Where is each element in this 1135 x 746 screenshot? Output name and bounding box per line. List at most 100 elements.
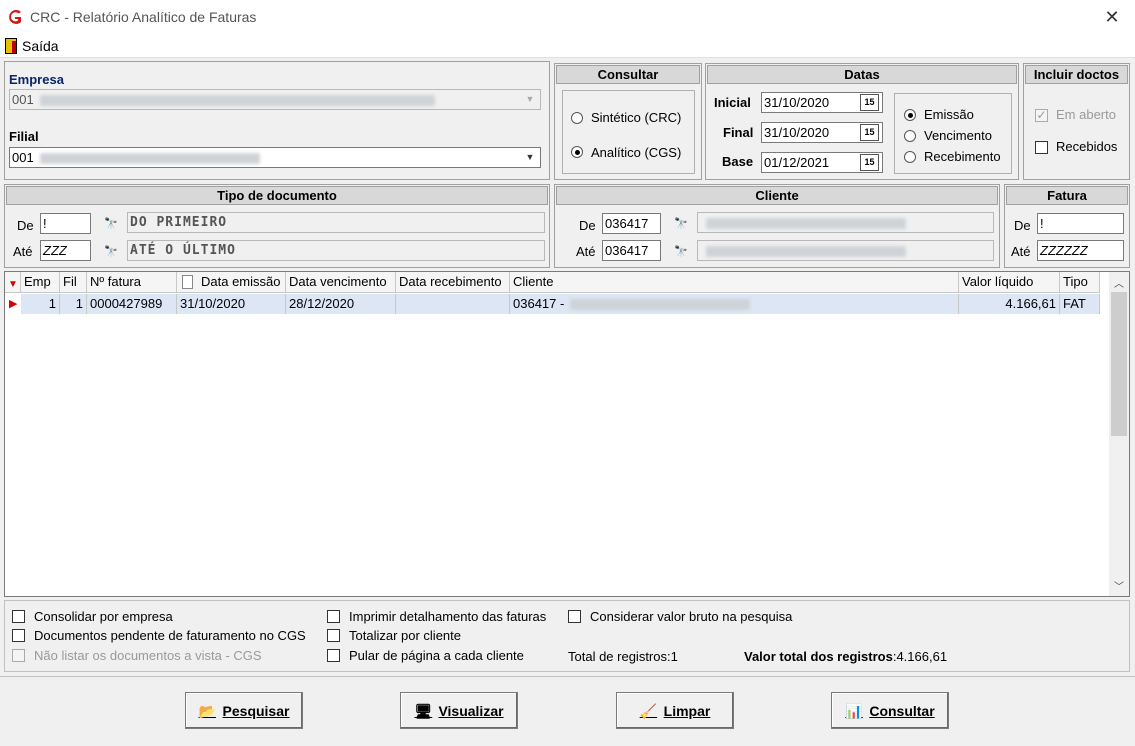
menu-item-saida[interactable]: Saída (22, 38, 59, 54)
pesquisar-button[interactable]: 📂 Pesquisar (185, 692, 303, 729)
pendentes-label[interactable]: Documentos pendente de faturamento no CG… (34, 628, 306, 643)
cliente-header: Cliente (556, 186, 998, 205)
broom-icon: 🧹 (639, 702, 658, 719)
cliente-ate-desc (697, 240, 994, 261)
filial-dropdown-icon[interactable]: ▼ (522, 148, 538, 167)
fatura-header: Fatura (1006, 186, 1128, 205)
fatura-ate-label: Até (1011, 244, 1031, 259)
cliente-ate-label: Até (576, 244, 596, 259)
redacted-cliente-ate-name (706, 246, 906, 258)
radio-sintetico[interactable] (571, 112, 583, 124)
monitor-icon: 🖥 (414, 702, 433, 719)
exit-door-icon[interactable] (5, 38, 17, 54)
cell-fil[interactable]: 1 (60, 294, 87, 314)
cliente-de-input[interactable]: 036417 (602, 213, 661, 234)
cell-valor-liquido[interactable]: 4.166,61 (959, 294, 1060, 314)
radio-recebimento[interactable] (904, 151, 916, 163)
fatura-de-input[interactable]: ! (1037, 213, 1124, 234)
redacted-empresa-name (39, 95, 435, 107)
checkbox-imprimir-detalhamento[interactable] (327, 610, 340, 623)
valor-total: Valor total dos registros:4.166,61 (744, 649, 947, 664)
binoculars-tipo-de-icon[interactable]: 🔭 (100, 213, 122, 235)
cell-emp[interactable]: 1 (21, 294, 60, 314)
binoculars-cliente-ate-icon[interactable]: 🔭 (670, 241, 692, 263)
checkbox-pular-pagina[interactable] (327, 649, 340, 662)
cell-data-emissao[interactable]: 31/10/2020 (177, 294, 286, 314)
radio-analitico[interactable] (571, 146, 583, 158)
col-fil[interactable]: Fil (60, 272, 87, 293)
sort-down-icon: ▼ (8, 279, 18, 290)
analitico-label[interactable]: Analítico (CGS) (591, 145, 681, 160)
scrollbar-thumb[interactable] (1111, 292, 1127, 436)
incluir-header: Incluir doctos (1025, 65, 1128, 84)
radio-emissao[interactable] (904, 109, 916, 121)
sintetico-label[interactable]: Sintético (CRC) (591, 110, 681, 125)
button-bar (0, 676, 1135, 746)
scroll-up-icon[interactable]: ︿ (1111, 275, 1127, 290)
filial-code: 001 (12, 150, 34, 165)
totalizar-label[interactable]: Totalizar por cliente (349, 628, 461, 643)
visualizar-button[interactable]: 🖥 Visualizar (400, 692, 518, 729)
limpar-button[interactable]: 🧹 Limpar (616, 692, 734, 729)
col-data-emissao-label: Data emissão (201, 274, 281, 289)
consolidar-label[interactable]: Consolidar por empresa (34, 609, 173, 624)
empresa-dropdown-icon: ▼ (525, 94, 535, 104)
filial-label: Filial (9, 129, 39, 144)
valor-bruto-label[interactable]: Considerar valor bruto na pesquisa (590, 609, 792, 624)
cell-cliente[interactable]: 036417 - (510, 294, 959, 314)
checkbox-valor-bruto[interactable] (568, 610, 581, 623)
empresa-label: Empresa (9, 72, 64, 87)
consultar-header: Consultar (556, 65, 700, 84)
cell-tipo[interactable]: FAT (1060, 294, 1100, 314)
radio-vencimento[interactable] (904, 130, 916, 142)
tipo-de-input[interactable]: ! (40, 213, 91, 234)
calendar-final-icon[interactable]: 15 (860, 124, 879, 141)
binoculars-tipo-ate-icon[interactable]: 🔭 (100, 241, 122, 263)
cell-numero-fatura[interactable]: 0000427989 (87, 294, 177, 314)
pular-label[interactable]: Pular de página a cada cliente (349, 648, 524, 663)
col-valor-liquido[interactable]: Valor líquido (959, 272, 1060, 293)
checkbox-consolidar[interactable] (12, 610, 25, 623)
app-logo-icon (9, 10, 21, 24)
empresa-select: 001 (9, 89, 541, 110)
calendar-base-icon[interactable]: 15 (860, 154, 879, 171)
col-tipo[interactable]: Tipo (1060, 272, 1100, 293)
filial-select[interactable]: 001 (9, 147, 541, 168)
checkbox-totalizar[interactable] (327, 629, 340, 642)
col-cliente[interactable]: Cliente (510, 272, 959, 293)
tipo-de-desc: DO PRIMEIRO (127, 212, 545, 233)
fatura-ate-input[interactable]: ZZZZZZ (1037, 240, 1124, 261)
cell-data-recebimento[interactable] (396, 294, 510, 314)
vencimento-label[interactable]: Vencimento (924, 128, 992, 143)
consultar-radio-group (562, 90, 695, 174)
col-data-vencimento[interactable]: Data vencimento (286, 272, 396, 293)
tipo-ate-input[interactable]: ZZZ (40, 240, 91, 261)
faturas-grid[interactable]: ▼ Emp Fil Nº fatura Data emissão Data ve… (4, 271, 1130, 597)
col-numero-fatura[interactable]: Nº fatura (87, 272, 177, 293)
checkbox-pendentes[interactable] (12, 629, 25, 642)
col-data-recebimento[interactable]: Data recebimento (396, 272, 510, 293)
imprimir-label[interactable]: Imprimir detalhamento das faturas (349, 609, 546, 624)
cliente-ate-input[interactable]: 036417 (602, 240, 661, 261)
recebimento-label[interactable]: Recebimento (924, 149, 1001, 164)
checkbox-recebidos[interactable] (1035, 141, 1048, 154)
row-indicator[interactable]: ▶ (5, 294, 21, 314)
scroll-down-icon[interactable]: ﹀ (1111, 578, 1127, 593)
window-title: CRC - Relatório Analítico de Faturas (30, 9, 257, 25)
binoculars-cliente-de-icon[interactable]: 🔭 (670, 213, 692, 235)
emissao-label[interactable]: Emissão (924, 107, 974, 122)
redacted-cliente-name (570, 299, 751, 311)
calendar-inicial-icon[interactable]: 15 (860, 94, 879, 111)
recebidos-label[interactable]: Recebidos (1056, 139, 1117, 154)
datas-header: Datas (707, 65, 1017, 84)
tipo-ate-label: Até (13, 244, 33, 259)
col-emp[interactable]: Emp (21, 272, 60, 293)
col-data-emissao[interactable]: Data emissão (177, 272, 286, 293)
valor-total-value: :4.166,61 (892, 649, 948, 664)
checkbox-nao-listar (12, 649, 25, 662)
menu-bar (0, 34, 1135, 58)
consultar-button[interactable]: 📊 Consultar (831, 692, 949, 729)
valor-total-label: Valor total dos registros (744, 649, 893, 664)
cell-data-vencimento[interactable]: 28/12/2020 (286, 294, 396, 314)
close-button[interactable]: ✕ (1102, 7, 1122, 27)
